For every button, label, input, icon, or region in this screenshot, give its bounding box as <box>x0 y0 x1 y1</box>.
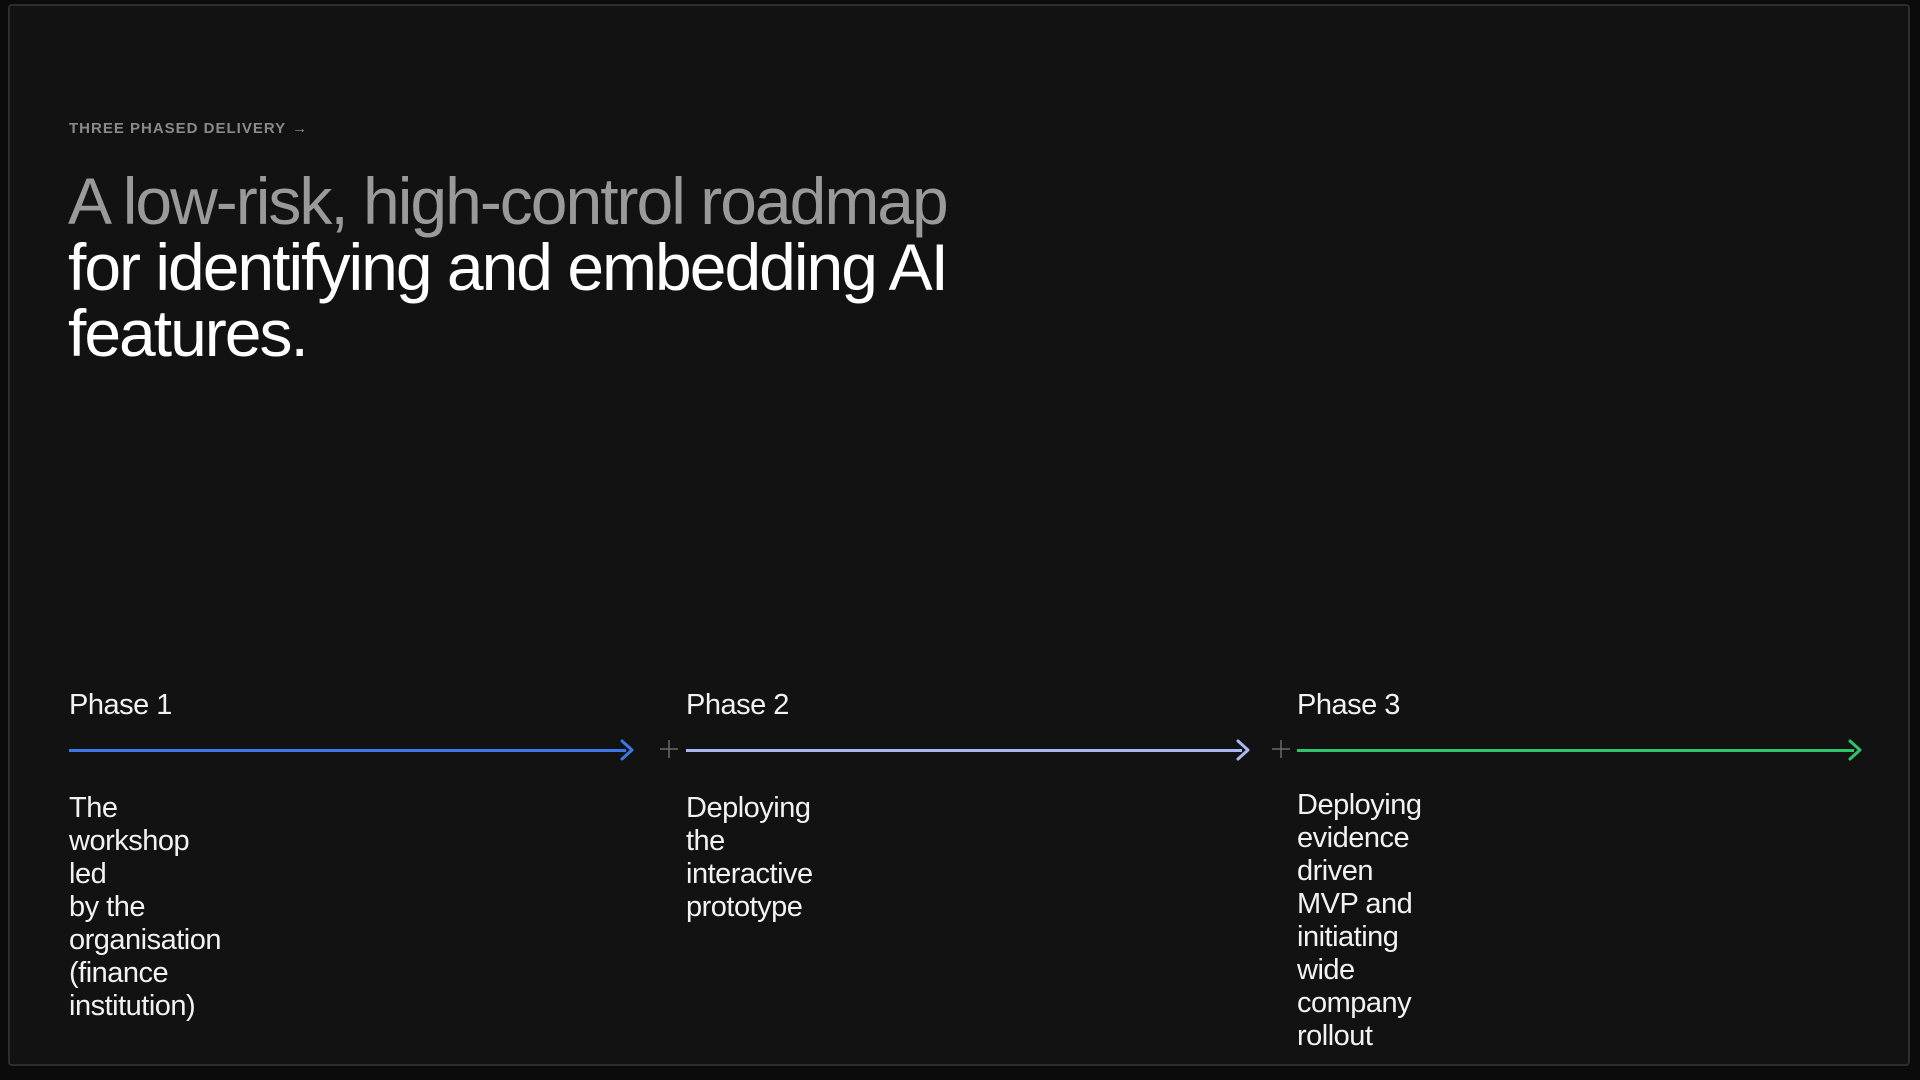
phase-3-description: Deploying evidence driven MVP and initia… <box>1297 789 1422 1052</box>
phase-2-arrow-icon <box>1236 739 1250 761</box>
phase-3-arrow-icon <box>1848 739 1862 761</box>
phase-3-title: Phase 3 <box>1297 689 1400 721</box>
plus-icon <box>660 740 678 758</box>
slide: THREE PHASED DELIVERY → A low-risk, high-… <box>8 4 1910 1066</box>
phase-2-line <box>686 749 1242 752</box>
phase-3-line <box>1297 749 1854 752</box>
phase-2-description: Deploying the interactive prototype <box>686 792 813 923</box>
arrow-right-icon: → <box>292 120 309 137</box>
phase-1-line <box>69 749 626 752</box>
headline-muted: A low-risk, high-control roadmap <box>68 164 949 238</box>
phase-1-description: The workshop led by the organisation (fi… <box>69 792 222 1022</box>
plus-icon <box>1272 740 1290 758</box>
headline: A low-risk, high-control roadmap for ide… <box>68 168 968 366</box>
phase-1-title: Phase 1 <box>69 689 172 721</box>
phase-2-title: Phase 2 <box>686 689 789 721</box>
section-eyebrow: THREE PHASED DELIVERY → <box>69 120 308 137</box>
headline-bright: for identifying and embedding AI feature… <box>68 230 949 370</box>
eyebrow-label: THREE PHASED DELIVERY <box>69 120 287 137</box>
phase-1-arrow-icon <box>620 739 634 761</box>
